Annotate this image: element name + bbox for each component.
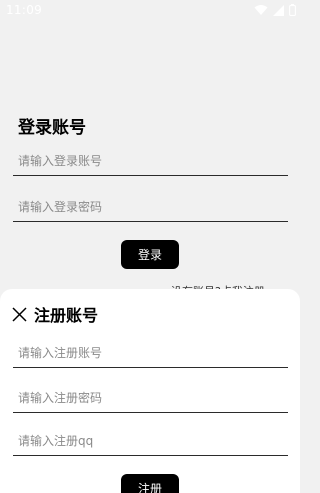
register-account-field[interactable] — [13, 338, 288, 368]
status-bar: 11:09 — [0, 0, 300, 22]
register-qq-field[interactable] — [13, 426, 288, 456]
status-icons — [254, 3, 296, 17]
login-account-input[interactable] — [13, 146, 288, 175]
login-button[interactable]: 登录 — [121, 240, 179, 269]
battery-icon — [289, 4, 296, 16]
register-account-input[interactable] — [13, 338, 288, 367]
register-title: 注册账号 — [34, 306, 99, 325]
login-password-input[interactable] — [13, 192, 288, 221]
status-time: 11:09 — [6, 3, 43, 17]
register-sheet-header: 注册账号 — [11, 302, 98, 326]
close-icon[interactable] — [11, 306, 28, 323]
register-password-field[interactable] — [13, 383, 288, 413]
register-password-input[interactable] — [13, 383, 288, 412]
register-qq-input[interactable] — [13, 426, 288, 455]
login-title: 登录账号 — [18, 118, 86, 138]
wifi-icon — [254, 5, 268, 15]
register-button[interactable]: 注册 — [121, 474, 179, 493]
register-sheet: 注册账号 注册 — [0, 289, 300, 493]
login-account-field[interactable] — [13, 146, 288, 176]
login-password-field[interactable] — [13, 192, 288, 222]
signal-icon — [273, 4, 284, 16]
